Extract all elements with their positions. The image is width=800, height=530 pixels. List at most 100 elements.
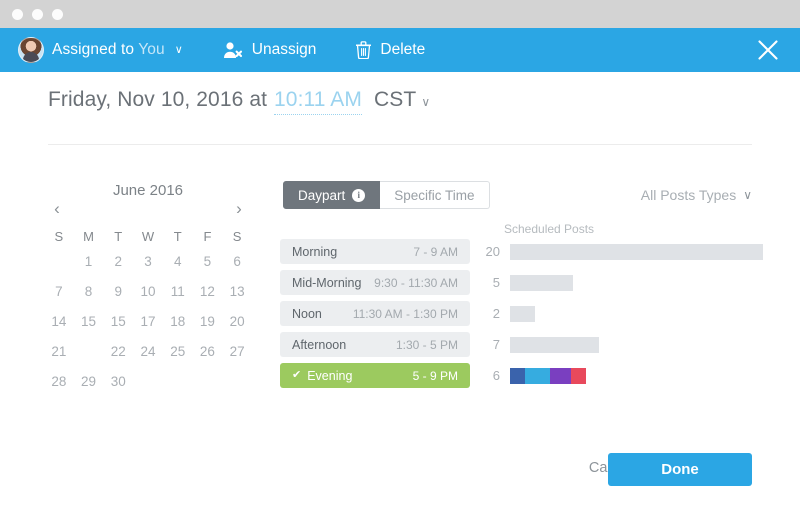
daypart-bar-segment-instagram xyxy=(550,367,571,384)
calendar-day[interactable]: 2 xyxy=(103,250,133,274)
calendar-day-label: 14 xyxy=(51,314,67,329)
calendar-day[interactable]: 19 xyxy=(193,310,223,334)
calendar-day-label: 28 xyxy=(51,374,67,389)
daypart-bar-track xyxy=(510,305,752,322)
close-icon[interactable] xyxy=(756,38,780,62)
maximize-dot[interactable] xyxy=(52,9,63,20)
daypart-row: Mid-Morning 9:30 - 11:30 AM 5 xyxy=(280,270,752,295)
calendar-day[interactable]: 5 xyxy=(193,250,223,274)
daypart-post-count: 7 xyxy=(492,337,500,352)
calendar-day[interactable]: 9 xyxy=(103,280,133,304)
calendar-day[interactable]: 21 xyxy=(44,340,74,364)
daypart-row: Afternoon 1:30 - 5 PM 7 xyxy=(280,332,752,357)
minimize-dot[interactable] xyxy=(32,9,43,20)
calendar-day-label: 20 xyxy=(229,314,245,329)
calendar-day[interactable]: 30 xyxy=(103,370,133,394)
unassign-button[interactable]: Unassign xyxy=(223,41,316,59)
chevron-down-icon: ∨ xyxy=(743,188,752,202)
calendar-day[interactable]: 29 xyxy=(74,370,104,394)
calendar-day[interactable]: 15 xyxy=(74,310,104,334)
action-bar: Assigned to You ∨ Unassign Delete xyxy=(0,28,800,72)
calendar-day-label: 25 xyxy=(170,344,186,359)
calendar-day-label: 22 xyxy=(81,344,97,359)
calendar-day[interactable]: 15 xyxy=(103,310,133,334)
calendar-day[interactable]: 14 xyxy=(44,310,74,334)
tab-daypart-label: Daypart xyxy=(298,187,346,203)
calendar-weekday: T xyxy=(114,229,123,244)
calendar-day[interactable]: 13 xyxy=(222,280,252,304)
daypart-bar-track xyxy=(510,243,763,260)
daypart-option[interactable]: Morning 7 - 9 AM xyxy=(280,239,470,264)
daypart-name: Evening xyxy=(307,368,353,383)
daypart-bar xyxy=(510,274,573,291)
calendar-day-label: 8 xyxy=(84,284,93,299)
calendar-day[interactable]: 12 xyxy=(193,280,223,304)
avatar xyxy=(18,37,44,63)
tab-specific-time-label: Specific Time xyxy=(394,187,475,203)
daypart-option[interactable]: Mid-Morning 9:30 - 11:30 AM xyxy=(280,270,470,295)
tab-daypart[interactable]: Daypart i xyxy=(283,181,381,209)
calendar-day[interactable]: 25 xyxy=(163,340,193,364)
daypart-option[interactable]: Afternoon 1:30 - 5 PM xyxy=(280,332,470,357)
info-icon[interactable]: i xyxy=(352,188,366,202)
calendar-day[interactable]: 20 xyxy=(222,310,252,334)
calendar-day[interactable]: 28 xyxy=(44,370,74,394)
calendar-day-label: 1 xyxy=(84,254,93,269)
daypart-time-range: 7 - 9 AM xyxy=(413,244,458,259)
daypart-time-range: 5 - 9 PM xyxy=(412,368,458,383)
calendar-day-selected[interactable]: 22 xyxy=(74,340,104,364)
calendar-weekday: W xyxy=(141,229,155,244)
calendar-weekday: S xyxy=(232,229,242,244)
calendar-day-label: 26 xyxy=(199,344,215,359)
calendar-day-label: 15 xyxy=(110,314,126,329)
daypart-row: Noon 11:30 AM - 1:30 PM 2 xyxy=(280,301,752,326)
assigned-value: You xyxy=(138,41,165,58)
daypart-option[interactable]: ✔ Evening 5 - 9 PM xyxy=(280,363,470,388)
calendar: June 2016 ‹ › SMTWTFS 1 2 3 4 5 6 7 8 9 10 11 12 13 1… xyxy=(44,180,252,394)
daypart-post-count: 20 xyxy=(485,244,500,259)
person-remove-icon xyxy=(223,41,243,59)
daypart-time-range: 11:30 AM - 1:30 PM xyxy=(352,306,458,321)
calendar-day[interactable]: 4 xyxy=(163,250,193,274)
post-type-filter[interactable]: All Posts Types ∨ xyxy=(641,187,752,203)
daypart-time-range: 9:30 - 11:30 AM xyxy=(374,275,458,290)
daypart-bar xyxy=(510,243,763,260)
scheduler-dialog: Assigned to You ∨ Unassign Delete Friday… xyxy=(0,0,800,530)
calendar-day[interactable]: 10 xyxy=(133,280,163,304)
daypart-post-count: 2 xyxy=(492,306,500,321)
calendar-day-label: 7 xyxy=(55,284,63,299)
timezone-label: CST xyxy=(374,88,417,111)
close-dot[interactable] xyxy=(12,9,23,20)
calendar-day[interactable]: 1 xyxy=(74,250,104,274)
tab-specific-time[interactable]: Specific Time xyxy=(380,181,490,209)
calendar-day-label: 27 xyxy=(229,344,245,359)
timezone-selector[interactable]: CST ∨ xyxy=(374,88,430,112)
prev-month-icon[interactable]: ‹ xyxy=(48,198,66,220)
done-button[interactable]: Done xyxy=(608,453,752,486)
calendar-day[interactable]: 7 xyxy=(44,280,74,304)
daypart-bar-track xyxy=(510,274,752,291)
trash-icon xyxy=(355,41,372,60)
assigned-to-dropdown[interactable]: Assigned to You ∨ xyxy=(18,37,183,63)
daypart-time-range: 1:30 - 5 PM xyxy=(395,337,458,352)
calendar-day[interactable]: 27 xyxy=(222,340,252,364)
daypart-option[interactable]: Noon 11:30 AM - 1:30 PM xyxy=(280,301,470,326)
daypart-row: ✔ Evening 5 - 9 PM 6 xyxy=(280,363,752,388)
calendar-day[interactable]: 17 xyxy=(133,310,163,334)
calendar-day[interactable]: 22 xyxy=(103,340,133,364)
calendar-day[interactable]: 8 xyxy=(74,280,104,304)
calendar-day[interactable]: 26 xyxy=(193,340,223,364)
calendar-day[interactable]: 24 xyxy=(133,340,163,364)
delete-button[interactable]: Delete xyxy=(355,41,425,60)
next-month-icon[interactable]: › xyxy=(230,198,248,220)
daypart-bar-segment-pinterest xyxy=(570,367,586,384)
post-type-filter-label: All Posts Types xyxy=(640,187,737,203)
window-controls xyxy=(12,9,63,20)
calendar-title: June 2016 xyxy=(112,182,184,199)
calendar-day[interactable]: 6 xyxy=(222,250,252,274)
header-divider xyxy=(48,144,752,145)
calendar-day[interactable]: 18 xyxy=(163,310,193,334)
time-field[interactable]: 10:11 AM xyxy=(274,88,362,115)
calendar-day[interactable]: 11 xyxy=(163,280,193,304)
calendar-day[interactable]: 3 xyxy=(133,250,163,274)
